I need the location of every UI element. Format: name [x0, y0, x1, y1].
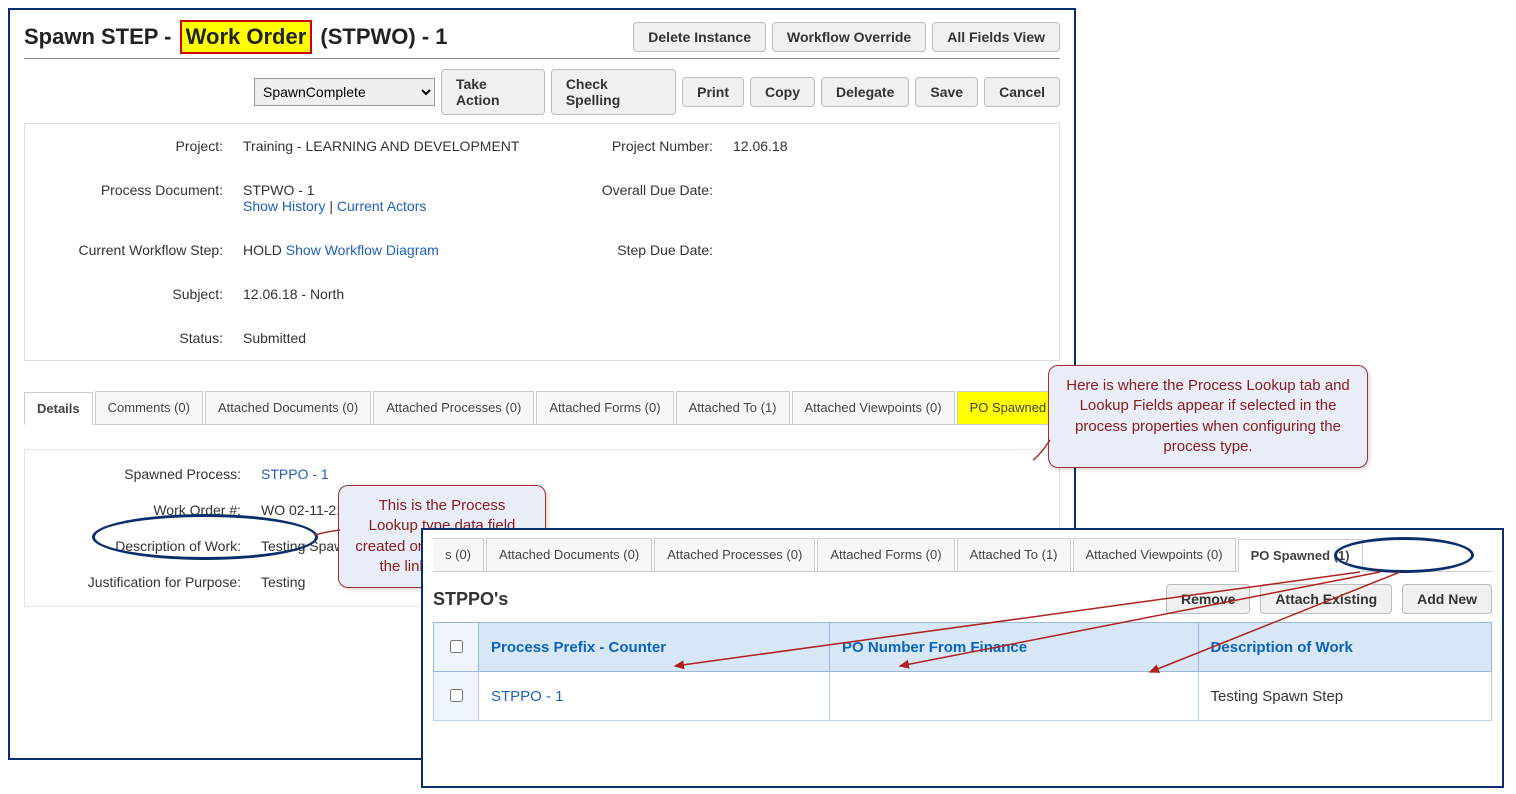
callout-text-1: Here is where the Process Lookup tab and…	[1066, 377, 1350, 455]
inset-header: STPPO's Remove Attach Existing Add New	[433, 584, 1492, 614]
inset-tab-po-spawned[interactable]: PO Spawned (1)	[1238, 539, 1363, 572]
description-of-work-label: Description of Work:	[25, 538, 255, 554]
inset-buttons: Remove Attach Existing Add New	[1160, 584, 1492, 614]
spawned-process-link[interactable]: STPPO - 1	[261, 466, 329, 482]
column-process-prefix[interactable]: Process Prefix - Counter	[479, 623, 830, 672]
workflow-step-text: HOLD	[243, 242, 286, 258]
header-checkbox-cell	[434, 623, 479, 672]
delete-instance-button[interactable]: Delete Instance	[633, 22, 766, 52]
current-actors-link[interactable]: Current Actors	[337, 198, 426, 214]
tab-details[interactable]: Details	[24, 392, 93, 425]
workflow-step-value: HOLD Show Workflow Diagram	[235, 228, 555, 272]
action-row: SpawnComplete Take Action Check Spelling…	[24, 69, 1060, 115]
separator: |	[329, 198, 337, 214]
subject-value: 12.06.18 - North	[235, 272, 1059, 316]
remove-button[interactable]: Remove	[1166, 584, 1250, 614]
inset-tab-attached-to[interactable]: Attached To (1)	[957, 538, 1071, 571]
print-button[interactable]: Print	[682, 77, 744, 107]
tab-attached-viewpoints[interactable]: Attached Viewpoints (0)	[792, 391, 955, 424]
column-po-number[interactable]: PO Number From Finance	[830, 623, 1199, 672]
title-bar: Spawn STEP - Work Order (STPWO) - 1 Dele…	[24, 20, 1060, 59]
action-select[interactable]: SpawnComplete	[254, 78, 435, 106]
take-action-button[interactable]: Take Action	[441, 69, 545, 115]
tab-comments[interactable]: Comments (0)	[95, 391, 203, 424]
row-po-number	[830, 672, 1199, 721]
process-document-label: Process Document:	[25, 168, 235, 228]
work-order-number-label: Work Order #:	[25, 502, 255, 518]
add-new-button[interactable]: Add New	[1402, 584, 1492, 614]
status-label: Status:	[25, 316, 235, 360]
copy-button[interactable]: Copy	[750, 77, 815, 107]
row-description: Testing Spawn Step	[1198, 672, 1491, 721]
attach-existing-button[interactable]: Attach Existing	[1260, 584, 1392, 614]
overall-due-value	[725, 168, 895, 228]
cancel-button[interactable]: Cancel	[984, 77, 1060, 107]
justification-label: Justification for Purpose:	[25, 574, 255, 590]
status-value: Submitted	[235, 316, 1059, 360]
process-doc-text: STPWO - 1	[243, 182, 315, 198]
inset-tab-partial[interactable]: s (0)	[433, 538, 484, 571]
inset-tab-attached-processes[interactable]: Attached Processes (0)	[654, 538, 815, 571]
step-due-value	[725, 228, 895, 272]
inset-tabs-row: s (0) Attached Documents (0) Attached Pr…	[433, 538, 1492, 572]
overall-due-label: Overall Due Date:	[555, 168, 725, 228]
step-due-label: Step Due Date:	[555, 228, 725, 272]
title-highlighted: Work Order	[180, 20, 313, 54]
show-history-link[interactable]: Show History	[243, 198, 325, 214]
tabs-row: Details Comments (0) Attached Documents …	[24, 391, 1060, 425]
table-row: STPPO - 1 Testing Spawn Step	[434, 672, 1492, 721]
check-spelling-button[interactable]: Check Spelling	[551, 69, 676, 115]
select-all-checkbox[interactable]	[450, 640, 463, 653]
project-number-value: 12.06.18	[725, 124, 895, 168]
info-grid: Project: Training - LEARNING AND DEVELOP…	[24, 123, 1060, 361]
tab-attached-forms[interactable]: Attached Forms (0)	[536, 391, 673, 424]
process-document-value: STPWO - 1 Show History | Current Actors	[235, 168, 555, 228]
row-process-link[interactable]: STPPO - 1	[491, 688, 564, 705]
row-checkbox-cell	[434, 672, 479, 721]
tab-attached-to[interactable]: Attached To (1)	[676, 391, 790, 424]
row-checkbox[interactable]	[450, 689, 463, 702]
save-button[interactable]: Save	[915, 77, 978, 107]
all-fields-view-button[interactable]: All Fields View	[932, 22, 1060, 52]
title-suffix: (STPWO) - 1	[320, 24, 447, 50]
project-value: Training - LEARNING AND DEVELOPMENT	[235, 124, 555, 168]
delegate-button[interactable]: Delegate	[821, 77, 909, 107]
title-prefix: Spawn STEP -	[24, 24, 172, 50]
column-description[interactable]: Description of Work	[1198, 623, 1491, 672]
inset-heading: STPPO's	[433, 589, 508, 610]
project-label: Project:	[25, 124, 235, 168]
inset-tab-attached-viewpoints[interactable]: Attached Viewpoints (0)	[1073, 538, 1236, 571]
spawned-process-label: Spawned Process:	[25, 466, 255, 482]
project-number-label: Project Number:	[555, 124, 725, 168]
page-title: Spawn STEP - Work Order (STPWO) - 1	[24, 20, 448, 54]
subject-label: Subject:	[25, 272, 235, 316]
inset-panel: s (0) Attached Documents (0) Attached Pr…	[421, 528, 1504, 788]
inset-tab-attached-forms[interactable]: Attached Forms (0)	[817, 538, 954, 571]
title-buttons: Delete Instance Workflow Override All Fi…	[627, 22, 1060, 52]
workflow-step-label: Current Workflow Step:	[25, 228, 235, 272]
inset-tab-attached-documents[interactable]: Attached Documents (0)	[486, 538, 652, 571]
tab-attached-documents[interactable]: Attached Documents (0)	[205, 391, 371, 424]
callout-process-lookup-tab: Here is where the Process Lookup tab and…	[1048, 365, 1368, 468]
workflow-override-button[interactable]: Workflow Override	[772, 22, 926, 52]
tab-attached-processes[interactable]: Attached Processes (0)	[373, 391, 534, 424]
show-workflow-diagram-link[interactable]: Show Workflow Diagram	[286, 242, 439, 258]
stppo-table: Process Prefix - Counter PO Number From …	[433, 622, 1492, 721]
